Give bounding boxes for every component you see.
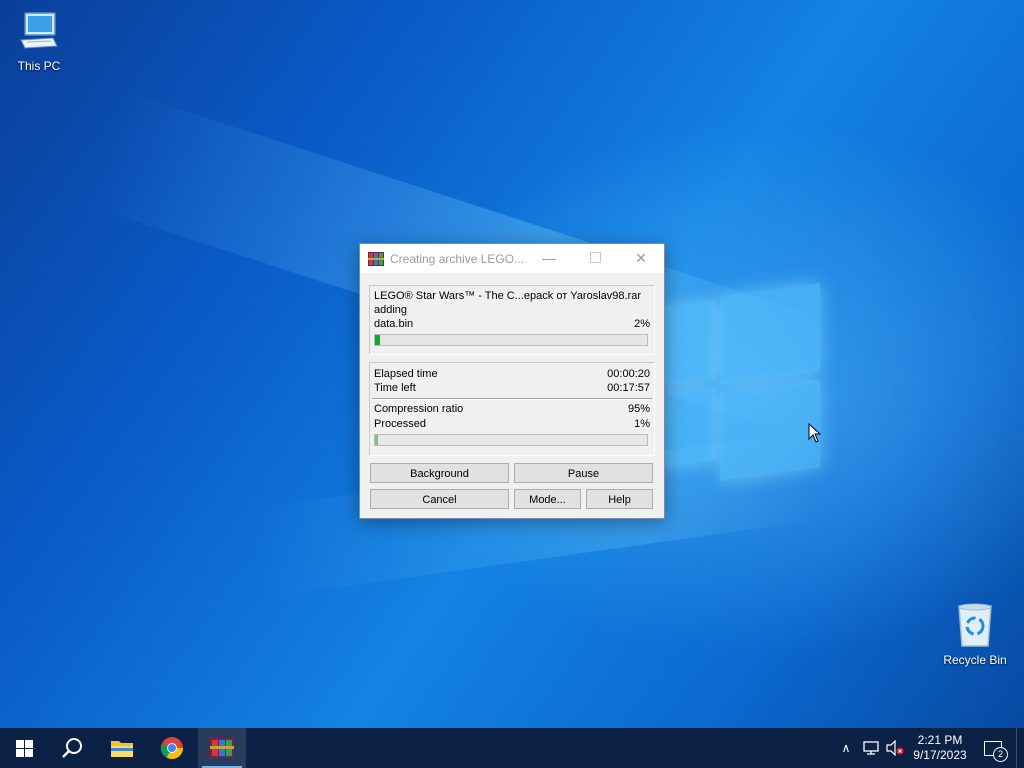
maximize-button[interactable] [572, 244, 618, 273]
archive-name: LEGO® Star Wars™ - The C...epack от Yaro… [374, 290, 642, 302]
ratio-label: Compression ratio [374, 403, 464, 415]
timeleft-value: 00:17:57 [607, 382, 650, 394]
desktop-icon-label: This PC [17, 59, 61, 73]
volume-button[interactable] [884, 728, 906, 768]
clock[interactable]: 2:21 PM 9/17/2023 [906, 728, 974, 768]
dialog-titlebar[interactable]: Creating archive LEGO... — ✕ [360, 244, 664, 273]
maximize-icon [589, 252, 601, 263]
pause-button[interactable]: Pause [514, 463, 653, 483]
archive-progress-dialog: Creating archive LEGO... — ✕ LEGO® Star … [359, 243, 665, 519]
start-button[interactable] [0, 728, 48, 768]
notification-icon: 2 [984, 740, 1008, 762]
notification-count-badge: 2 [993, 746, 1008, 762]
show-desktop-button[interactable] [1016, 728, 1024, 768]
processed-value: 1% [634, 418, 650, 430]
close-icon: ✕ [635, 250, 647, 266]
timeleft-row: Time left 00:17:57 [374, 382, 650, 396]
clock-date: 9/17/2023 [913, 748, 967, 762]
close-button[interactable]: ✕ [618, 244, 664, 273]
start-icon [15, 739, 33, 757]
chevron-up-icon: ∧ [841, 741, 851, 755]
file-percent: 2% [634, 318, 650, 330]
archive-name-row: LEGO® Star Wars™ - The C...epack от Yaro… [374, 290, 650, 304]
winrar-icon [368, 252, 384, 266]
ratio-row: Compression ratio 95% [374, 403, 650, 417]
network-button[interactable] [860, 728, 882, 768]
processed-row: Processed 1% [374, 418, 650, 432]
action-row: adding [374, 304, 650, 318]
file-progress-fill [375, 335, 381, 345]
desktop-icon-recycle-bin[interactable]: Recycle Bin [937, 602, 1013, 667]
taskbar-chrome[interactable] [148, 728, 196, 768]
taskbar: ∧ 2:21 PM 9/17/2023 2 [0, 728, 1024, 768]
action-label: adding [374, 304, 408, 316]
help-button[interactable]: Help [586, 489, 653, 509]
current-file-name: data.bin [374, 318, 414, 330]
chrome-icon [160, 737, 183, 759]
file-explorer-icon [111, 741, 133, 757]
minimize-button[interactable]: — [526, 244, 572, 273]
show-hidden-icons-button[interactable]: ∧ [836, 728, 856, 768]
processed-label: Processed [374, 418, 426, 430]
recycle-bin-icon [958, 603, 992, 647]
total-progress-fill [375, 435, 378, 445]
computer-icon [20, 12, 58, 49]
mode-button[interactable]: Mode... [514, 489, 581, 509]
cancel-button[interactable]: Cancel [370, 489, 509, 509]
winrar-icon [210, 738, 234, 758]
mouse-cursor-icon [808, 423, 822, 443]
file-progress-bar [374, 334, 648, 346]
current-file-row: data.bin 2% [374, 318, 650, 332]
search-icon [62, 738, 82, 758]
ratio-value: 95% [627, 403, 650, 415]
desktop-icon-label: Recycle Bin [943, 653, 1007, 667]
minimize-icon: — [542, 250, 556, 266]
dialog-title: Creating archive LEGO... [390, 252, 525, 266]
action-center-button[interactable]: 2 [978, 728, 1008, 768]
desktop-icon-this-pc[interactable]: This PC [1, 10, 77, 73]
windows-wallpaper-logo [662, 282, 824, 482]
total-progress-bar [374, 434, 648, 446]
volume-muted-icon [886, 740, 904, 756]
background-button[interactable]: Background [370, 463, 509, 483]
divider [372, 398, 652, 400]
timeleft-label: Time left [374, 382, 416, 394]
search-button[interactable] [48, 728, 96, 768]
elapsed-row: Elapsed time 00:00:20 [374, 368, 650, 382]
taskbar-winrar[interactable] [198, 728, 246, 768]
elapsed-label: Elapsed time [374, 368, 438, 380]
elapsed-value: 00:00:20 [607, 368, 650, 380]
taskbar-file-explorer[interactable] [98, 728, 146, 768]
clock-time: 2:21 PM [917, 733, 963, 747]
network-icon [863, 741, 879, 755]
